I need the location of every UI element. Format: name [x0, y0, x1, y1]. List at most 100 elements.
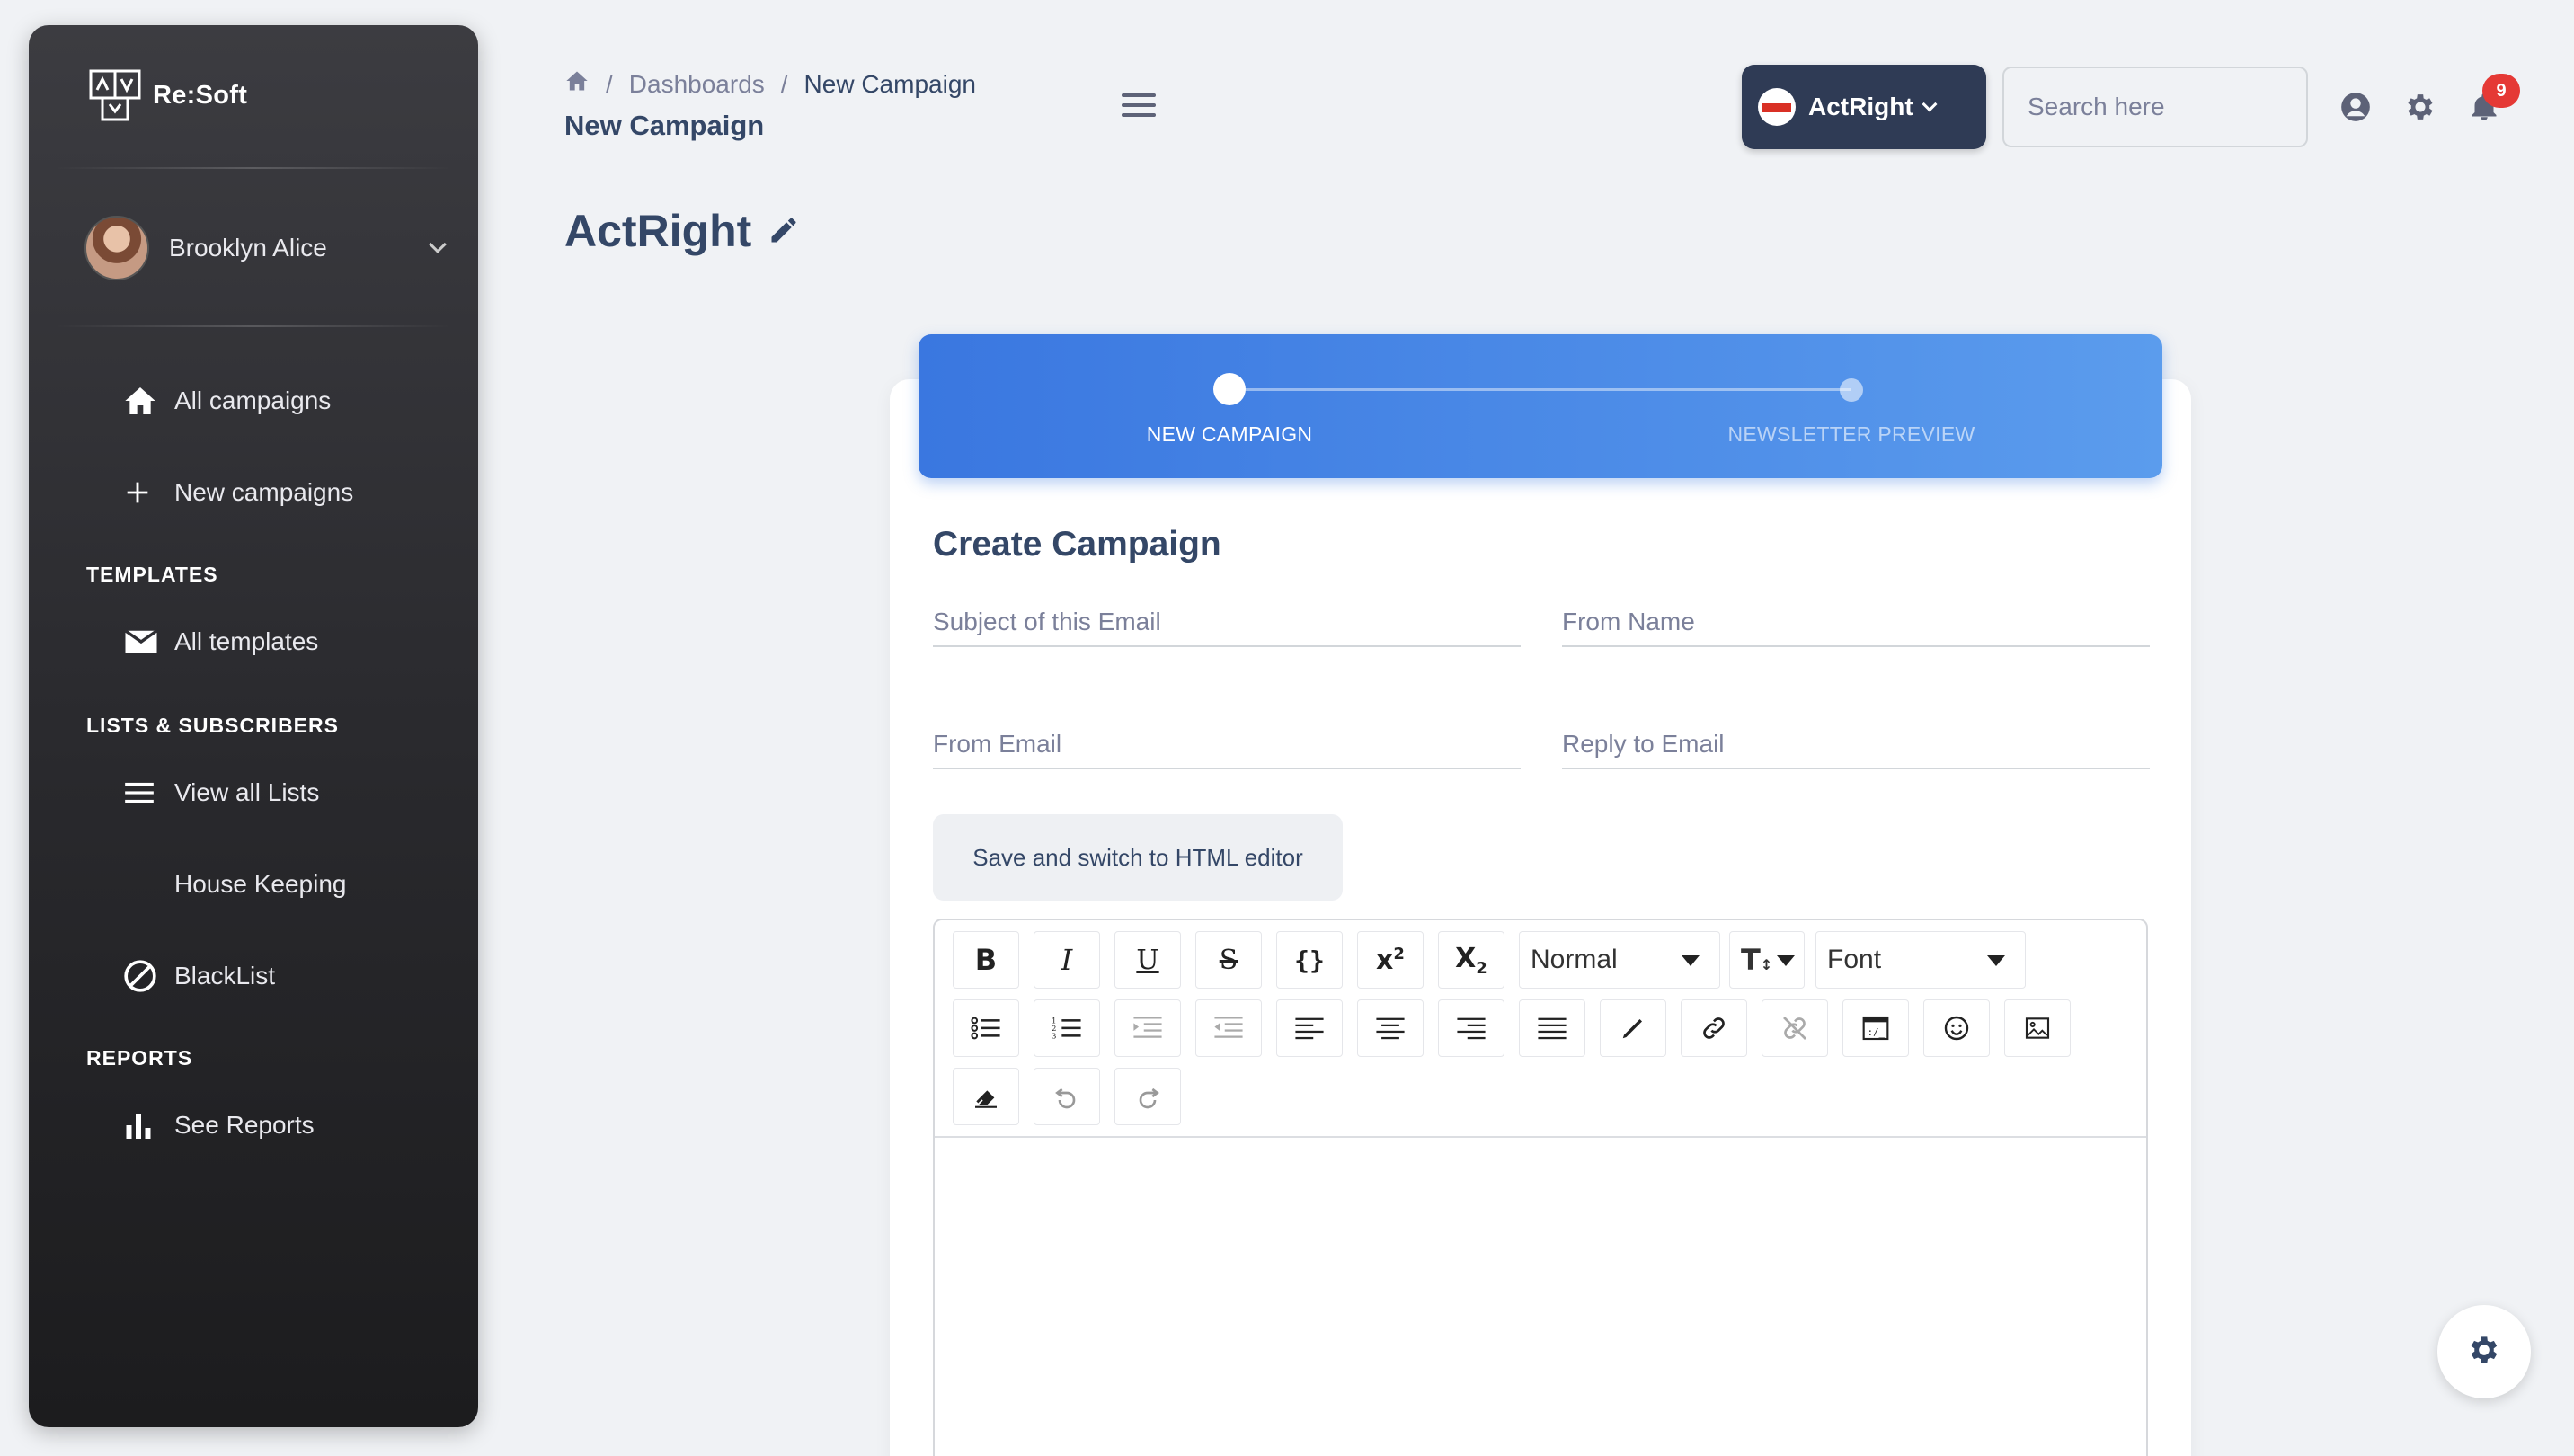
user-menu[interactable]: Brooklyn Alice	[84, 216, 453, 280]
page-title-text: ActRight	[564, 206, 752, 256]
chevron-down-icon	[1922, 96, 1938, 112]
align-right-icon[interactable]	[1438, 999, 1504, 1057]
redo-icon[interactable]	[1114, 1068, 1181, 1125]
link-icon[interactable]	[1681, 999, 1747, 1057]
sidebar-item-new-campaigns[interactable]: New campaigns	[93, 466, 353, 519]
account-switcher-button[interactable]: ActRight	[1742, 65, 1986, 149]
code-view-icon[interactable]: :/_	[1842, 999, 1909, 1057]
dropdown-arrow-icon	[1777, 955, 1795, 966]
breadcrumb-separator: /	[606, 69, 613, 98]
sidebar: Re:Soft Brooklyn Alice All campaigns New…	[29, 25, 478, 1427]
from-email-input[interactable]	[933, 715, 1521, 768]
subscript-icon[interactable]: X2	[1438, 931, 1504, 989]
underline-icon[interactable]: U	[1114, 931, 1181, 989]
from-name-field	[1562, 593, 2150, 647]
subject-input[interactable]	[933, 593, 1521, 645]
svg-text::/_: :/_	[1868, 1026, 1886, 1038]
indent-icon[interactable]	[1114, 999, 1181, 1057]
breadcrumb-current: New Campaign	[803, 69, 976, 98]
stepper: NEW CAMPAIGN NEWSLETTER PREVIEW	[919, 334, 2162, 478]
brand[interactable]: Re:Soft	[88, 68, 247, 122]
menu-toggle-icon[interactable]	[1122, 93, 1156, 123]
code-block-icon[interactable]: {}	[1276, 931, 1343, 989]
sidebar-item-label: View all Lists	[174, 778, 320, 806]
font-select-value: Font	[1827, 945, 1882, 974]
section-reports: REPORTS	[86, 1046, 193, 1070]
heading-select[interactable]: Normal	[1519, 931, 1720, 989]
unlink-icon[interactable]	[1762, 999, 1828, 1057]
dropdown-arrow-icon	[1682, 955, 1700, 966]
step-dot-next[interactable]	[1840, 378, 1863, 402]
breadcrumb-dashboards[interactable]: Dashboards	[629, 70, 765, 99]
step-label-newsletter-preview[interactable]: NEWSLETTER PREVIEW	[1699, 422, 2004, 447]
breadcrumb-separator: /	[780, 69, 788, 98]
user-circle-icon[interactable]	[2339, 90, 2373, 124]
from-email-field	[933, 715, 1521, 769]
search-input[interactable]	[2002, 67, 2308, 147]
sidebar-item-label: All templates	[174, 627, 319, 655]
settings-fab-button[interactable]	[2437, 1305, 2531, 1398]
sidebar-item-all-templates[interactable]: All templates	[93, 615, 318, 669]
align-left-icon[interactable]	[1276, 999, 1343, 1057]
sidebar-item-label: All campaigns	[174, 386, 332, 414]
sidebar-item-view-all-lists[interactable]: View all Lists	[93, 766, 319, 820]
sidebar-item-blacklist[interactable]: BlackList	[93, 949, 275, 1003]
sidebar-item-see-reports[interactable]: See Reports	[93, 1098, 315, 1152]
brand-name: Re:Soft	[153, 80, 248, 110]
logo-icon	[89, 69, 141, 121]
sidebar-item-label: New campaigns	[174, 478, 354, 506]
italic-icon[interactable]: I	[1034, 931, 1100, 989]
dropdown-arrow-icon	[1987, 955, 2005, 966]
sidebar-item-label: BlackList	[174, 962, 276, 990]
sidebar-item-label: See Reports	[174, 1111, 315, 1139]
sidebar-item-label: House Keeping	[174, 870, 347, 898]
divider	[56, 325, 451, 327]
align-justify-icon[interactable]	[1519, 999, 1585, 1057]
image-icon[interactable]	[2004, 999, 2071, 1057]
user-name: Brooklyn Alice	[169, 234, 327, 262]
chevron-down-icon	[429, 235, 447, 253]
section-lists-subscribers: LISTS & SUBSCRIBERS	[86, 714, 339, 737]
rich-text-editor: B I U S {} x2 X2 Normal T↕ Font 123:/_	[933, 919, 2148, 1456]
heading-select-value: Normal	[1531, 945, 1618, 974]
gear-icon	[2466, 1332, 2502, 1372]
breadcrumb: / Dashboards / New Campaign	[564, 68, 976, 100]
page-title: ActRight	[564, 205, 800, 257]
divider	[56, 167, 451, 169]
emoji-icon[interactable]	[1923, 999, 1990, 1057]
avatar	[84, 216, 149, 280]
subject-field	[933, 593, 1521, 647]
gear-icon[interactable]	[2403, 90, 2437, 124]
account-name: ActRight	[1808, 93, 1913, 120]
form-title: Create Campaign	[933, 525, 1221, 564]
step-label-new-campaign[interactable]: NEW CAMPAIGN	[1077, 422, 1382, 447]
bold-icon[interactable]: B	[953, 931, 1019, 989]
pencil-icon[interactable]	[768, 205, 800, 257]
editor-content-area[interactable]	[935, 1138, 2146, 1456]
reply-to-input[interactable]	[1562, 715, 2150, 768]
strikethrough-icon[interactable]: S	[1195, 931, 1262, 989]
section-templates: TEMPLATES	[86, 563, 218, 586]
outdent-icon[interactable]	[1195, 999, 1262, 1057]
notification-badge: 9	[2482, 74, 2520, 108]
numbered-list-icon[interactable]: 123	[1034, 999, 1100, 1057]
undo-icon[interactable]	[1034, 1068, 1100, 1125]
align-center-icon[interactable]	[1357, 999, 1424, 1057]
eraser-icon[interactable]	[953, 1068, 1019, 1125]
stepper-line	[1229, 388, 1851, 391]
sidebar-item-house-keeping[interactable]: House Keeping	[93, 857, 346, 911]
bullet-list-icon[interactable]	[953, 999, 1019, 1057]
svg-text:3: 3	[1052, 1032, 1056, 1041]
font-family-select[interactable]: Font	[1815, 931, 2026, 989]
switch-html-editor-button[interactable]: Save and switch to HTML editor	[933, 814, 1343, 901]
account-logo-icon	[1758, 88, 1796, 126]
reply-to-field	[1562, 715, 2150, 769]
from-name-input[interactable]	[1562, 593, 2150, 645]
sidebar-item-all-campaigns[interactable]: All campaigns	[93, 374, 331, 428]
page-subtitle: New Campaign	[564, 110, 765, 141]
home-icon[interactable]	[564, 68, 590, 100]
text-color-icon[interactable]	[1600, 999, 1666, 1057]
superscript-icon[interactable]: x2	[1357, 931, 1424, 989]
step-dot-active[interactable]	[1213, 373, 1246, 405]
font-size-select[interactable]: T↕	[1729, 931, 1805, 989]
